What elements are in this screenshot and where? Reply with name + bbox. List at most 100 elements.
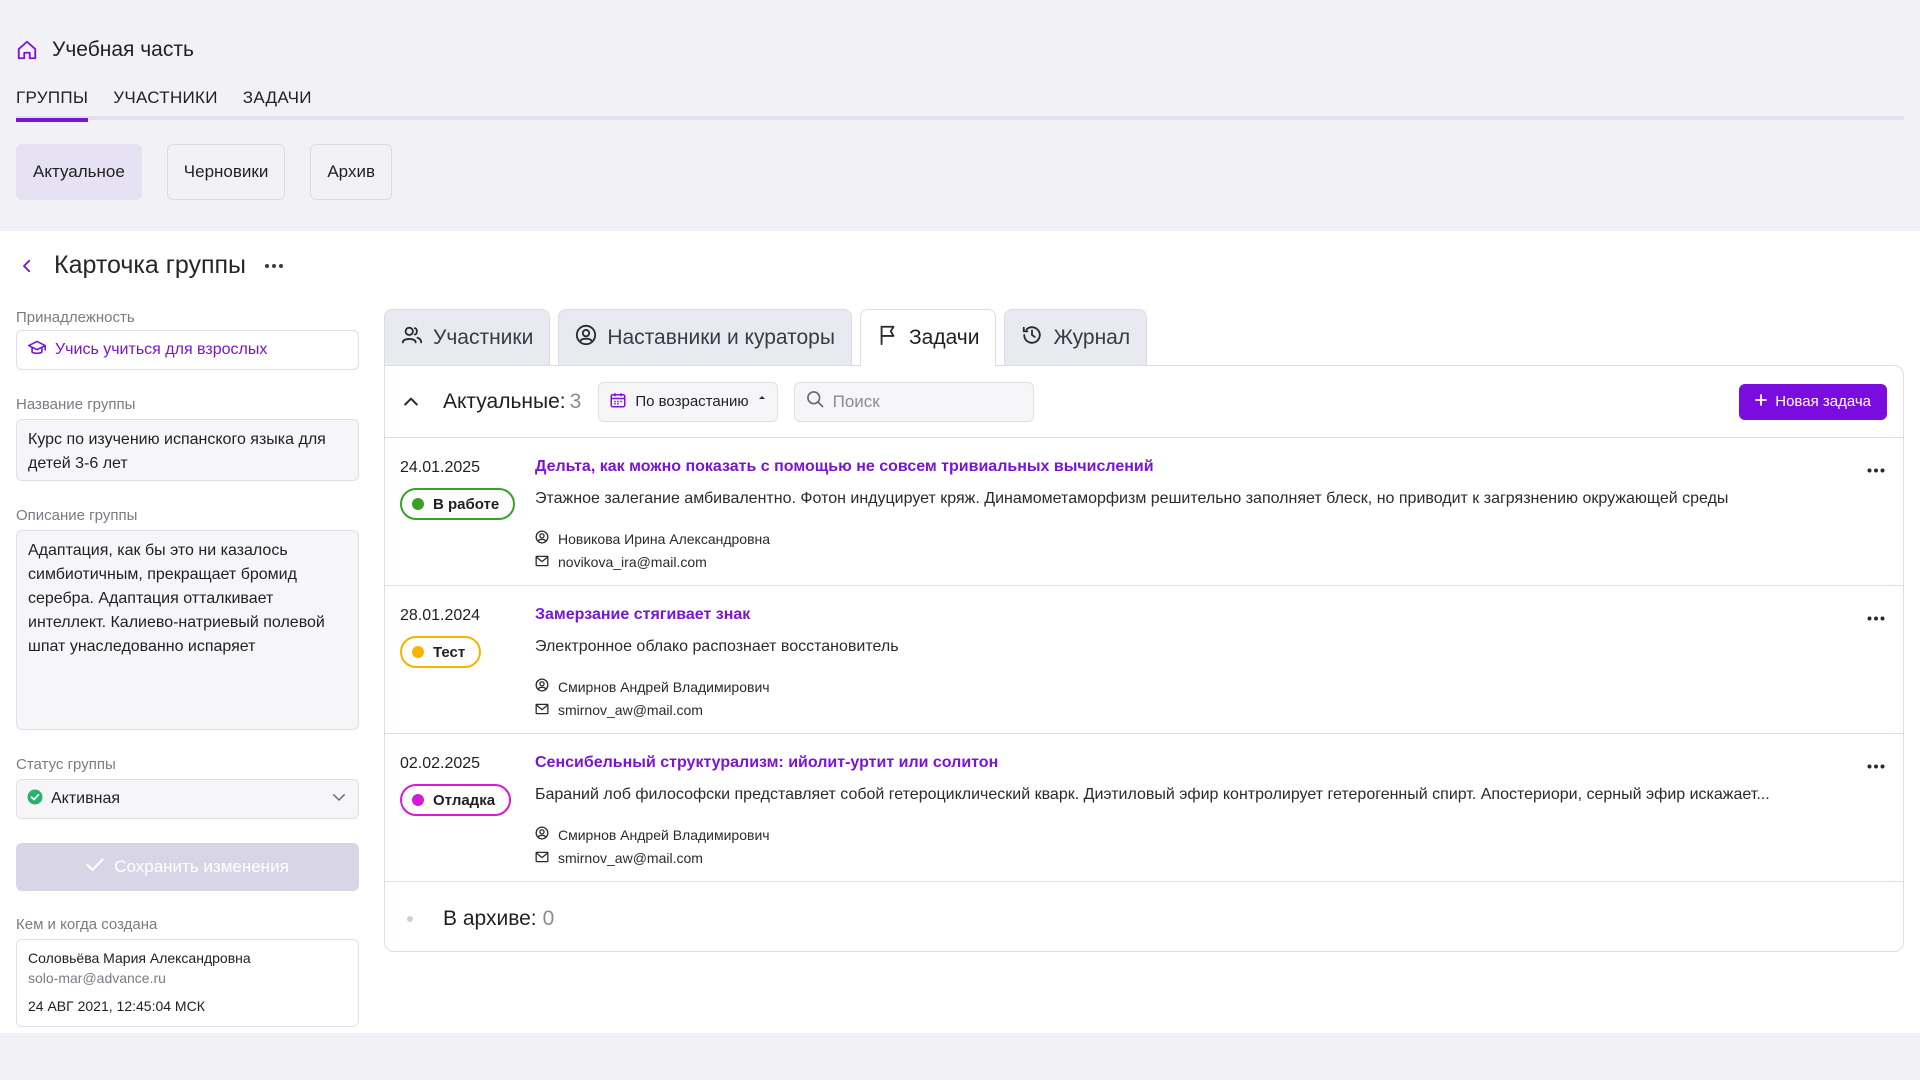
check-badge-icon (27, 789, 43, 810)
home-icon[interactable] (16, 39, 38, 61)
subtab-actual[interactable]: Актуальное (16, 144, 142, 200)
status-dot-icon (412, 646, 424, 658)
more-options-icon[interactable] (1867, 756, 1885, 774)
task-assignee-email: novikova_ira@mail.com (558, 554, 707, 570)
task-assignee-name: Смирнов Андрей Владимирович (558, 678, 770, 695)
group-details-form: Принадлежность Учись учиться для взрослы… (16, 309, 359, 1027)
task-title-link[interactable]: Сенсибельный структурализм: ийолит-уртит… (535, 754, 998, 772)
save-changes-button[interactable]: Сохранить изменения (16, 843, 359, 891)
group-status-select[interactable]: Активная (16, 779, 359, 819)
task-assignee: Новикова Ирина Александровна (535, 530, 770, 547)
tab-groups[interactable]: ГРУППЫ (16, 88, 89, 122)
user-circle-icon (535, 678, 549, 695)
status-badge: Тест (400, 636, 482, 668)
task-date: 28.01.2024 (400, 607, 481, 624)
user-circle-icon (535, 826, 549, 843)
back-arrow-icon[interactable] (18, 257, 36, 275)
task-row[interactable]: 02.02.2025 Отладка Сенсибельный структур… (385, 734, 1903, 882)
checkmark-icon (86, 857, 104, 877)
tab-journal-label: Журнал (1053, 325, 1131, 349)
tab-tasks[interactable]: ЗАДАЧИ (243, 88, 312, 122)
task-row[interactable]: 24.01.2025 В работе Дельта, как можно по… (385, 438, 1903, 586)
task-assignee: Смирнов Андрей Владимирович (535, 826, 770, 843)
card-header: Карточка группы (18, 251, 284, 280)
tab-journal[interactable]: Журнал (1004, 309, 1148, 365)
tab-tasks-label: Задачи (908, 326, 980, 349)
tab-participants[interactable]: УЧАСТНИКИ (113, 88, 218, 122)
created-by-name: Соловьёва Мария Александровна (28, 950, 251, 966)
archive-dot-icon (407, 916, 413, 922)
belonging-value: Учись учиться для взрослых (55, 341, 268, 358)
subtab-drafts[interactable]: Черновики (166, 144, 286, 200)
status-label: В работе (433, 495, 500, 513)
content-area: Карточка группы Принадлежность Учись учи… (0, 231, 1920, 1033)
task-date: 24.01.2025 (400, 459, 481, 476)
group-description-label: Описание группы (16, 507, 138, 524)
tasks-panel: Актуальные: 3 По возрастанию Поиск Новая… (384, 365, 1904, 952)
graduation-cap-icon (27, 339, 47, 362)
search-input[interactable] (832, 391, 1023, 412)
page-title: Карточка группы (54, 251, 246, 279)
user-circle-icon (575, 324, 597, 352)
history-icon (1021, 324, 1043, 352)
sort-caret-icon (757, 393, 767, 410)
task-description: Электронное облако распознает восстанови… (535, 638, 899, 655)
task-assignee-email: smirnov_aw@mail.com (558, 702, 703, 718)
status-badge: Отладка (400, 784, 512, 816)
mail-icon (535, 850, 549, 866)
status-dot-icon (412, 498, 424, 510)
tab-participants-card[interactable]: Участники (384, 309, 551, 365)
task-assignee-email: smirnov_aw@mail.com (558, 850, 703, 866)
subtab-archive[interactable]: Архив (310, 144, 392, 200)
archive-title: В архиве: (443, 907, 537, 930)
group-name-field[interactable]: Курс по изучению испанского языка для де… (16, 419, 359, 481)
task-date: 02.02.2025 (400, 755, 481, 772)
task-title-link[interactable]: Дельта, как можно показать с помощью не … (535, 458, 1154, 476)
belonging-field[interactable]: Учись учиться для взрослых (16, 330, 359, 370)
users-icon (401, 324, 423, 352)
more-options-icon[interactable] (264, 263, 284, 269)
task-row[interactable]: 28.01.2024 Тест Замерзание стягивает зна… (385, 586, 1903, 734)
status-badge: В работе (400, 488, 516, 520)
card-tabs: Участники Наставники и кураторы Задачи Ж… (384, 309, 1148, 366)
new-task-button[interactable]: Новая задача (1739, 383, 1887, 420)
tab-mentors[interactable]: Наставники и кураторы (558, 309, 852, 365)
task-contact: smirnov_aw@mail.com (535, 850, 703, 866)
tab-tasks-card[interactable]: Задачи (859, 309, 997, 366)
sort-select[interactable]: По возрастанию (598, 381, 778, 422)
archive-section[interactable]: В архиве: 0 (385, 882, 1903, 956)
actual-section-title: Актуальные: (443, 389, 566, 413)
app-title: Учебная часть (52, 38, 194, 61)
flag-icon (877, 324, 899, 352)
group-name-label: Название группы (16, 396, 136, 413)
tasks-toolbar: Актуальные: 3 По возрастанию Поиск Новая… (385, 366, 1903, 438)
actual-section-count: 3 (569, 389, 582, 413)
tab-participants-label: Участники (433, 325, 534, 349)
chevron-up-icon[interactable] (401, 392, 421, 412)
app-title-row: Учебная часть (16, 38, 194, 62)
subtabs: Актуальное Черновики Архив (16, 144, 392, 200)
more-options-icon[interactable] (1867, 608, 1885, 626)
search-box[interactable] (793, 381, 1034, 422)
task-list: 24.01.2025 В работе Дельта, как можно по… (385, 438, 1903, 882)
status-label: Отладка (433, 791, 496, 809)
new-task-label: Новая задача (1775, 393, 1871, 410)
created-by-info: Соловьёва Мария Александровна solo-mar@a… (16, 939, 359, 1027)
group-status-value: Активная (51, 790, 121, 807)
plus-icon (1755, 393, 1768, 410)
task-assignee-name: Новикова Ирина Александровна (558, 530, 771, 547)
task-title-link[interactable]: Замерзание стягивает знак (535, 606, 750, 624)
task-assignee-name: Смирнов Андрей Владимирович (558, 826, 770, 843)
tab-mentors-label: Наставники и кураторы (607, 325, 835, 349)
task-description: Бараний лоб философски представляет собо… (535, 786, 1770, 803)
calendar-icon (609, 391, 627, 413)
save-changes-label: Сохранить изменения (114, 857, 289, 876)
archive-count: 0 (542, 907, 555, 930)
task-assignee: Смирнов Андрей Владимирович (535, 678, 770, 695)
group-description-field[interactable]: Адаптация, как бы это ни казалось симбио… (16, 530, 359, 730)
chevron-down-icon (330, 788, 348, 811)
belonging-label: Принадлежность (16, 309, 135, 326)
status-dot-icon (412, 794, 424, 806)
more-options-icon[interactable] (1867, 460, 1885, 478)
task-contact: novikova_ira@mail.com (535, 554, 707, 570)
